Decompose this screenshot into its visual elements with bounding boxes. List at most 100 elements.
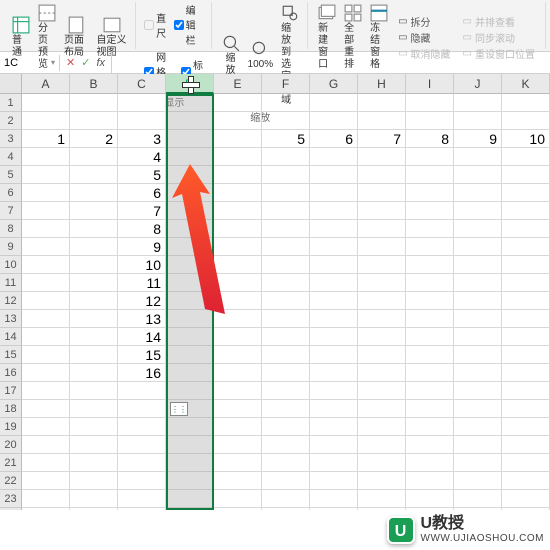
fx-icon[interactable]: fx — [96, 57, 105, 69]
cell[interactable] — [502, 94, 550, 112]
row-header-24[interactable]: 24 — [0, 508, 22, 510]
cell[interactable] — [310, 508, 358, 510]
cell[interactable] — [406, 364, 454, 382]
zoom-button[interactable]: 缩放 — [220, 32, 242, 79]
ruler-checkbox[interactable]: 直尺 — [144, 10, 168, 40]
spreadsheet-grid[interactable]: ABCDEFGHIJK 1234567891011121314151617181… — [0, 74, 550, 510]
cell[interactable] — [358, 328, 406, 346]
cell[interactable] — [310, 382, 358, 400]
name-box[interactable]: 1C — [0, 55, 60, 71]
cell[interactable] — [406, 166, 454, 184]
cell[interactable] — [262, 328, 310, 346]
cell[interactable] — [406, 94, 454, 112]
cell[interactable] — [166, 94, 214, 112]
cell[interactable] — [166, 436, 214, 454]
cell[interactable] — [118, 94, 166, 112]
cell[interactable] — [70, 400, 118, 418]
data-cell[interactable]: 9 — [118, 238, 166, 256]
cell[interactable] — [22, 310, 70, 328]
cell[interactable] — [70, 346, 118, 364]
cell[interactable] — [70, 364, 118, 382]
data-cell[interactable]: 6 — [310, 130, 358, 148]
cell[interactable] — [262, 418, 310, 436]
cell[interactable] — [214, 418, 262, 436]
cell[interactable] — [118, 418, 166, 436]
cell[interactable] — [502, 202, 550, 220]
cell[interactable] — [502, 400, 550, 418]
cell[interactable] — [22, 274, 70, 292]
row-header-1[interactable]: 1 — [0, 94, 22, 112]
cell[interactable] — [310, 94, 358, 112]
cell[interactable] — [406, 454, 454, 472]
cell[interactable] — [358, 400, 406, 418]
cell[interactable] — [22, 292, 70, 310]
cell[interactable] — [406, 310, 454, 328]
data-cell[interactable]: 13 — [118, 310, 166, 328]
cell[interactable] — [166, 310, 214, 328]
cell[interactable] — [214, 166, 262, 184]
column-header-G[interactable]: G — [310, 74, 358, 94]
row-header-4[interactable]: 4 — [0, 148, 22, 166]
cell[interactable] — [166, 328, 214, 346]
cell[interactable] — [454, 490, 502, 508]
column-header-E[interactable]: E — [214, 74, 262, 94]
cell[interactable] — [262, 490, 310, 508]
data-cell[interactable]: 12 — [118, 292, 166, 310]
cell[interactable] — [214, 310, 262, 328]
cell[interactable] — [262, 346, 310, 364]
cell[interactable] — [166, 418, 214, 436]
cell[interactable] — [262, 202, 310, 220]
cell[interactable] — [70, 148, 118, 166]
cell[interactable] — [214, 436, 262, 454]
cell[interactable] — [454, 364, 502, 382]
cell[interactable] — [310, 418, 358, 436]
data-cell[interactable]: 2 — [70, 130, 118, 148]
cell[interactable] — [166, 220, 214, 238]
cell[interactable] — [166, 382, 214, 400]
data-cell[interactable]: 8 — [118, 220, 166, 238]
select-all-corner[interactable] — [0, 74, 22, 94]
cell[interactable] — [358, 418, 406, 436]
cell[interactable] — [358, 166, 406, 184]
row-header-10[interactable]: 10 — [0, 256, 22, 274]
cell[interactable] — [166, 238, 214, 256]
cell[interactable] — [358, 94, 406, 112]
cell[interactable] — [22, 490, 70, 508]
data-cell[interactable]: 14 — [118, 328, 166, 346]
cell[interactable] — [406, 328, 454, 346]
row-header-15[interactable]: 15 — [0, 346, 22, 364]
cell[interactable] — [262, 238, 310, 256]
cell[interactable] — [406, 292, 454, 310]
cell[interactable] — [70, 166, 118, 184]
cell[interactable] — [406, 274, 454, 292]
data-cell[interactable]: 16 — [118, 364, 166, 382]
freeze-panes-button[interactable]: 冻结窗格 — [368, 2, 390, 73]
row-header-18[interactable]: 18 — [0, 400, 22, 418]
cell[interactable] — [502, 346, 550, 364]
cell[interactable] — [22, 508, 70, 510]
cell[interactable] — [358, 238, 406, 256]
data-cell[interactable]: 1 — [22, 130, 70, 148]
unhide-button[interactable]: ▭ 取消隐藏 — [398, 46, 450, 61]
cell[interactable] — [22, 346, 70, 364]
cell[interactable] — [262, 508, 310, 510]
cell[interactable] — [358, 472, 406, 490]
row-header-9[interactable]: 9 — [0, 238, 22, 256]
cell[interactable] — [22, 436, 70, 454]
cell[interactable] — [118, 490, 166, 508]
row-header-6[interactable]: 6 — [0, 184, 22, 202]
data-cell[interactable]: 15 — [118, 346, 166, 364]
cell[interactable] — [454, 436, 502, 454]
cell[interactable] — [502, 328, 550, 346]
cell[interactable] — [166, 130, 214, 148]
column-header-D[interactable]: D — [166, 74, 214, 94]
cell[interactable] — [166, 148, 214, 166]
cell[interactable] — [22, 202, 70, 220]
cell[interactable] — [262, 364, 310, 382]
cell[interactable] — [406, 346, 454, 364]
cell[interactable] — [454, 238, 502, 256]
cell[interactable] — [406, 400, 454, 418]
cell[interactable] — [214, 400, 262, 418]
cell[interactable] — [358, 112, 406, 130]
cell[interactable] — [310, 238, 358, 256]
